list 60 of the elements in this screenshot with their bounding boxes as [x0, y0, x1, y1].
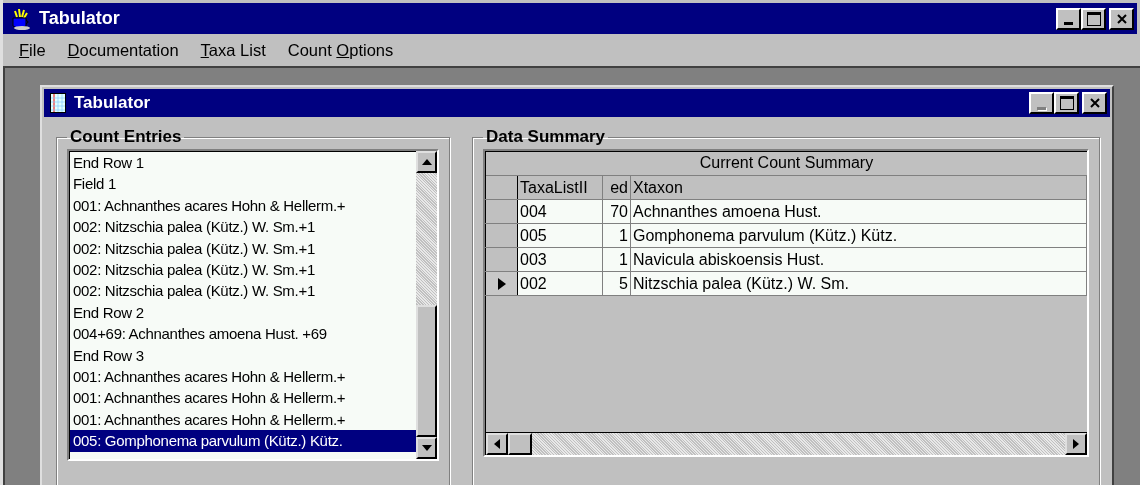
scroll-down-button[interactable]	[416, 437, 437, 459]
window-title: Tabulator	[74, 93, 152, 113]
list-item[interactable]: 005: Gomphonema parvulum (Kütz.) Kütz.	[70, 430, 416, 452]
table-cell: Achnanthes amoena Hust.	[631, 200, 1087, 223]
list-item[interactable]: 001: Achnanthes acares Hohn & Hellerm.+	[73, 408, 416, 431]
list-item[interactable]: 001: Achnanthes acares Hohn & Hellerm.+	[73, 366, 416, 388]
grid-icon	[50, 93, 66, 113]
menu-item[interactable]: File	[17, 40, 48, 60]
menu-item[interactable]: Documentation	[65, 40, 181, 60]
close-icon	[1089, 98, 1100, 108]
maximize-button[interactable]	[1054, 92, 1079, 114]
list-item[interactable]: 002: Nitzschia palea (Kütz.) W. Sm.+1	[73, 237, 416, 260]
close-button[interactable]	[1082, 92, 1107, 114]
maximize-button[interactable]	[1081, 7, 1106, 30]
right-arrow-icon	[1073, 439, 1079, 449]
scroll-thumb[interactable]	[508, 433, 532, 455]
table-cell: 005	[518, 224, 603, 247]
table-cell: 1	[603, 248, 631, 271]
row-selector[interactable]	[486, 272, 518, 295]
table-cell: 004	[518, 200, 603, 223]
column-header[interactable]: TaxaListII	[518, 176, 603, 199]
group-title: Data Summary	[485, 127, 607, 147]
list-item[interactable]: 001: Achnanthes acares Hohn & Hellerm.+	[73, 387, 416, 409]
menu-item[interactable]: Count Options	[285, 40, 396, 60]
minimize-button[interactable]	[1056, 7, 1081, 30]
group-title: Count Entries	[69, 127, 183, 147]
list-item[interactable]: 002: Nitzschia palea (Kütz.) W. Sm.+1	[73, 259, 416, 281]
left-arrow-icon	[494, 439, 500, 449]
table-cell: Nitzschia palea (Kütz.) W. Sm.	[631, 272, 1087, 295]
list-box[interactable]	[67, 149, 439, 461]
current-row-icon	[497, 277, 506, 290]
close-icon	[1116, 13, 1127, 24]
down-arrow-icon	[421, 445, 432, 451]
vertical-scrollbar[interactable]	[416, 151, 437, 459]
scroll-up-button[interactable]	[416, 151, 437, 173]
table-cell: 1	[603, 224, 631, 247]
table-cell: 5	[603, 272, 631, 295]
scroll-left-button[interactable]	[486, 433, 508, 455]
table-cell: 70	[603, 200, 631, 223]
list-item[interactable]: End Row 1	[73, 152, 416, 174]
table-cell: 003	[518, 248, 603, 271]
window-title: Tabulator	[39, 8, 121, 29]
list-item[interactable]: End Row 2	[73, 301, 416, 324]
horizontal-scrollbar[interactable]	[486, 432, 1087, 455]
scroll-right-button[interactable]	[1065, 433, 1087, 455]
up-arrow-icon	[421, 159, 432, 165]
scroll-thumb[interactable]	[416, 305, 437, 437]
list-item[interactable]: End Row 3	[73, 344, 416, 367]
table-cell: Gomphonema parvulum (Kütz.) Kütz.	[631, 224, 1087, 247]
list-item[interactable]: 002: Nitzschia palea (Kütz.) W. Sm.+1	[73, 216, 416, 238]
list-item[interactable]: 002: Nitzschia palea (Kütz.) W. Sm.+1	[73, 280, 416, 302]
table-cell: Navicula abiskoensis Hust.	[631, 248, 1087, 271]
cup-icon	[11, 7, 31, 30]
close-button[interactable]	[1109, 7, 1134, 30]
column-header[interactable]: Xtaxon	[631, 176, 1087, 199]
list-item[interactable]: 004+69: Achnanthes amoena Hust. +69	[73, 323, 416, 345]
table-cell: 002	[518, 272, 603, 295]
list-item[interactable]: 001: Achnanthes acares Hohn & Hellerm.+	[73, 194, 416, 217]
menu-item[interactable]: Taxa List	[198, 40, 268, 60]
list-item[interactable]: Field 1	[73, 173, 416, 195]
